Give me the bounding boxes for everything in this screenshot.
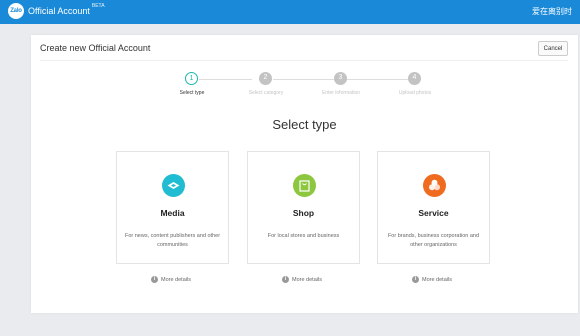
step-connector: [273, 79, 334, 80]
shop-card[interactable]: Shop For local stores and business: [247, 151, 360, 264]
step-1-circle: 1: [185, 72, 198, 85]
card-description: For brands, business corporation and oth…: [387, 233, 480, 248]
media-icon: [162, 174, 185, 197]
divider: [40, 60, 568, 61]
user-name[interactable]: 爱在离别时: [532, 0, 572, 24]
create-account-panel: Create new Official Account Cancel 1 2 3…: [31, 35, 578, 313]
top-bar: Zalo Official Account BETA 爱在离别时: [0, 0, 580, 24]
step-2-label: Select category: [248, 90, 284, 96]
info-icon: i: [412, 276, 419, 283]
left-sidebar: [0, 24, 20, 336]
service-icon: [423, 174, 446, 197]
info-icon: i: [282, 276, 289, 283]
step-2-circle: 2: [259, 72, 272, 85]
service-more-details-link[interactable]: i More details: [412, 276, 452, 283]
app-name: Official Account: [28, 6, 90, 16]
more-details-label: More details: [161, 276, 191, 283]
step-4-label: Upload photos: [398, 90, 432, 96]
card-title: Shop: [292, 208, 315, 218]
card-title: Media: [160, 208, 185, 218]
step-connector: [199, 79, 252, 80]
card-description: For news, content publishers and other c…: [124, 233, 221, 248]
cancel-button[interactable]: Cancel: [538, 41, 568, 56]
step-3-circle: 3: [334, 72, 347, 85]
card-title: Service: [418, 208, 449, 218]
more-details-label: More details: [422, 276, 452, 283]
more-details-label: More details: [292, 276, 322, 283]
beta-badge: BETA: [91, 3, 105, 9]
step-connector: [347, 79, 408, 80]
media-card[interactable]: Media For news, content publishers and o…: [116, 151, 229, 264]
brand[interactable]: Zalo Official Account BETA: [8, 3, 105, 19]
service-card[interactable]: Service For brands, business corporation…: [377, 151, 490, 264]
step-4-circle: 4: [408, 72, 421, 85]
step-1-label: Select type: [179, 90, 205, 96]
page-heading: Select type: [272, 117, 337, 132]
card-description: For local stores and business: [267, 233, 340, 239]
zalo-logo-icon: Zalo: [8, 3, 24, 19]
media-more-details-link[interactable]: i More details: [151, 276, 191, 283]
panel-title: Create new Official Account: [40, 43, 151, 53]
info-icon: i: [151, 276, 158, 283]
shop-more-details-link[interactable]: i More details: [282, 276, 322, 283]
shop-icon: [293, 174, 316, 197]
step-3-label: Enter information: [321, 90, 361, 96]
